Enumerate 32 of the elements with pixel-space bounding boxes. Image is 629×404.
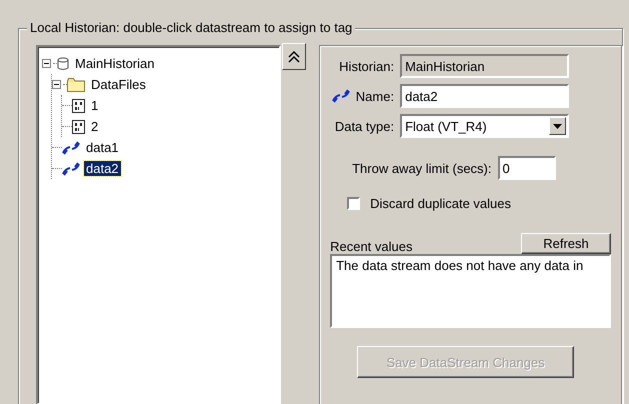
dropdown-arrow-icon [553,124,562,128]
link-icon [62,162,80,176]
tree-item[interactable]: MainHistorian [73,56,156,71]
database-icon [57,56,69,70]
field-label: Throw away limit (secs): [352,160,492,176]
link-icon [332,89,350,103]
tree-item[interactable]: DataFiles [89,77,148,92]
field-label: Data type: [334,118,396,134]
checkbox-label: Discard duplicate values [370,196,511,211]
tree-item[interactable]: data1 [84,140,121,155]
data-type-dropdown[interactable]: Float (VT_R4) [400,114,570,138]
recent-values-box[interactable]: The data stream does not have any data in [330,254,611,328]
double-chevron-up-icon [287,50,302,64]
refresh-button[interactable]: Refresh [521,233,611,254]
field-label: Name: [356,88,394,104]
section-label: Recent values [330,239,412,254]
binary-file-icon [72,120,85,134]
checkbox[interactable] [347,197,360,210]
link-icon [62,140,80,154]
historian-field: MainHistorian [400,54,570,78]
collapse-toggle[interactable] [52,80,61,89]
collapse-button[interactable] [282,43,306,70]
tree-item[interactable]: 1 [89,98,100,113]
collapse-toggle[interactable] [42,59,51,68]
binary-file-icon [72,98,85,112]
name-field[interactable]: data2 [400,84,570,108]
tree-item[interactable]: 2 [89,119,100,134]
folder-icon [67,78,85,92]
tree-item[interactable]: data2 [84,161,121,176]
group-title: Local Historian: double-click datastream to assign to tag [27,20,356,35]
field-label: Historian: [338,58,396,74]
throw-away-field[interactable]: 0 [498,156,556,180]
